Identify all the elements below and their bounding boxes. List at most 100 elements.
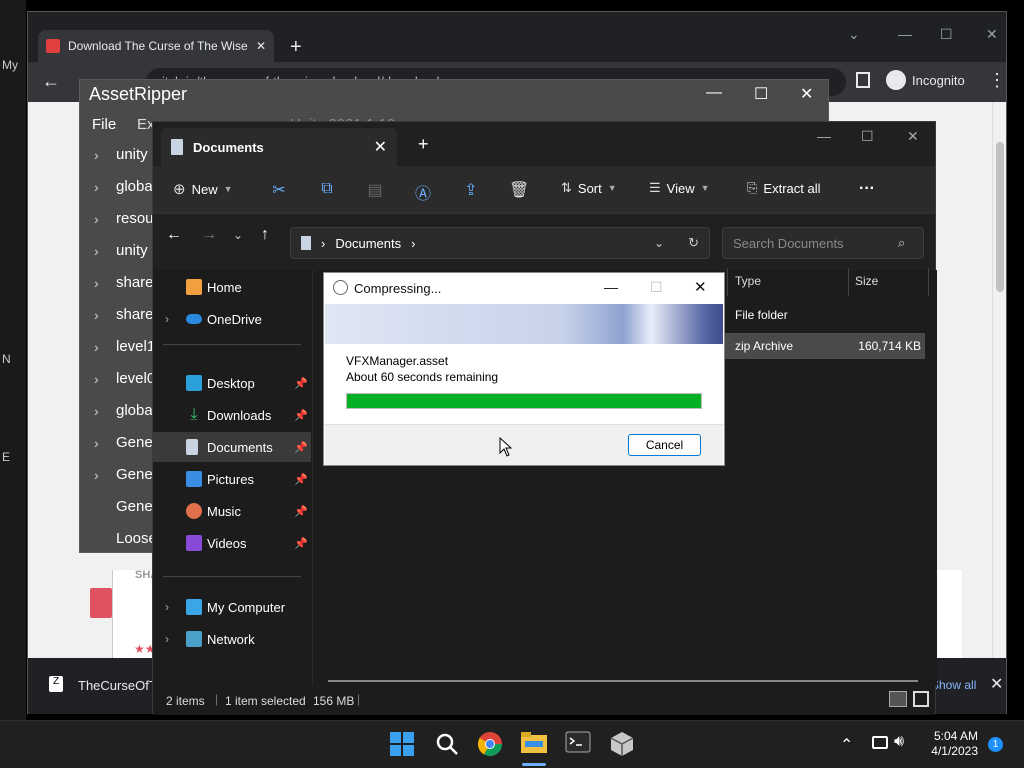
tab-search-icon[interactable]: ⌄ xyxy=(848,26,860,43)
nav-item-home[interactable]: Home xyxy=(153,272,311,302)
address-bar[interactable]: › Documents › ⌄ ↻ xyxy=(290,227,710,259)
nav-item-pictures[interactable]: Pictures 📌 xyxy=(153,464,311,494)
breadcrumb[interactable]: Documents xyxy=(335,236,401,251)
assetripper-maximize-button[interactable]: ☐ xyxy=(754,84,768,104)
nav-item-music[interactable]: Music 📌 xyxy=(153,496,311,526)
recent-locations-icon[interactable]: ⌄ xyxy=(233,228,243,242)
dialog-minimize-button[interactable]: — xyxy=(604,279,618,295)
nav-item-network[interactable]: › Network xyxy=(153,624,311,654)
new-button[interactable]: ⊕ New ▼ xyxy=(173,180,233,198)
explorer-tab[interactable]: Documents ✕ xyxy=(161,128,397,166)
show-all-button[interactable]: Show all xyxy=(931,678,976,692)
chrome-maximize-button[interactable]: ☐ xyxy=(940,26,953,43)
tree-row[interactable]: › Gener xyxy=(94,466,158,483)
sidepanel-icon[interactable] xyxy=(856,72,870,88)
show-hidden-icons-icon[interactable]: ⌃ xyxy=(840,735,853,755)
sort-button[interactable]: ⇅ Sort ▼ xyxy=(561,180,617,196)
nav-item-documents[interactable]: Documents 📌 xyxy=(153,432,311,462)
start-button[interactable] xyxy=(389,731,419,759)
pin-icon[interactable]: 📌 xyxy=(294,409,308,422)
pin-icon[interactable]: 📌 xyxy=(294,505,308,518)
tree-row[interactable]: › unity xyxy=(94,242,148,259)
dialog-close-button[interactable]: ✕ xyxy=(694,278,707,296)
file-row[interactable]: zip Archive 160,714 KB xyxy=(725,333,925,359)
assetripper-close-button[interactable]: ✕ xyxy=(800,84,813,104)
terminal-taskbar-button[interactable] xyxy=(565,731,595,759)
tree-row[interactable]: Gener xyxy=(94,498,158,515)
details-view-icon[interactable] xyxy=(889,691,907,707)
menu-file[interactable]: File xyxy=(92,116,116,133)
column-header-size[interactable]: Size xyxy=(855,274,878,288)
chrome-close-button[interactable]: ✕ xyxy=(986,26,998,43)
rename-icon[interactable]: Ⓐ xyxy=(413,180,433,203)
scroll-thumb[interactable] xyxy=(996,142,1004,292)
pin-icon[interactable]: 📌 xyxy=(294,441,308,454)
more-options-icon[interactable]: ··· xyxy=(859,180,875,198)
assetripper-taskbar-button[interactable] xyxy=(610,731,640,759)
file-explorer-taskbar-button[interactable] xyxy=(520,731,550,759)
pin-icon[interactable]: 📌 xyxy=(294,377,308,390)
chrome-taskbar-button[interactable] xyxy=(477,731,507,759)
nav-item-videos[interactable]: Videos 📌 xyxy=(153,528,311,558)
tree-row[interactable]: › level1 xyxy=(94,338,155,355)
assetripper-minimize-button[interactable]: — xyxy=(706,84,722,102)
nav-item-desktop[interactable]: Desktop 📌 xyxy=(153,368,311,398)
tree-row[interactable]: › globa xyxy=(94,178,153,195)
pin-icon[interactable]: 📌 xyxy=(294,473,308,486)
nav-item-my-computer[interactable]: › My Computer xyxy=(153,592,311,622)
tree-row[interactable]: › Gener xyxy=(94,434,158,451)
paste-icon[interactable]: ▤ xyxy=(365,180,385,200)
new-tab-button[interactable]: + xyxy=(418,134,429,155)
explorer-close-button[interactable]: ✕ xyxy=(907,128,919,145)
explorer-maximize-button[interactable]: ☐ xyxy=(861,128,874,145)
address-dropdown-icon[interactable]: ⌄ xyxy=(654,236,664,250)
tiles-view-icon[interactable] xyxy=(913,691,929,707)
download-item-name[interactable]: TheCurseOfT xyxy=(78,678,157,693)
tree-row[interactable]: › unity xyxy=(94,146,148,163)
volume-icon[interactable]: 🔊︎ xyxy=(894,733,904,751)
network-status-icon[interactable] xyxy=(872,736,888,749)
back-arrow-icon[interactable]: ← xyxy=(166,226,182,244)
nav-item-downloads[interactable]: ⤓ Downloads 📌 xyxy=(153,400,311,430)
incognito-indicator[interactable]: Incognito xyxy=(886,70,965,90)
horizontal-scrollbar[interactable] xyxy=(328,680,918,682)
tree-row[interactable]: › share xyxy=(94,306,154,323)
extract-all-button[interactable]: ⎘ Extract all xyxy=(747,180,820,196)
nav-item-onedrive[interactable]: › OneDrive xyxy=(153,304,311,334)
clock[interactable]: 5:04 AM 4/1/2023 xyxy=(928,729,978,759)
close-tab-icon[interactable]: ✕ xyxy=(256,39,266,53)
file-row[interactable]: File folder xyxy=(725,302,925,328)
notification-badge[interactable]: 1 xyxy=(988,737,1003,752)
back-arrow-icon[interactable]: ← xyxy=(42,71,60,92)
forward-arrow-icon[interactable]: → xyxy=(201,226,217,244)
close-tab-icon[interactable]: ✕ xyxy=(374,137,387,157)
search-button[interactable] xyxy=(434,731,464,759)
copy-icon[interactable]: ⧉ xyxy=(317,180,337,200)
desktop-label-my[interactable]: My xyxy=(2,58,18,72)
cancel-button[interactable]: Cancel xyxy=(628,434,701,456)
tree-row[interactable]: › level0 xyxy=(94,370,155,387)
delete-icon[interactable]: 🗑 xyxy=(509,180,529,200)
chrome-minimize-button[interactable]: — xyxy=(898,26,912,42)
download-bar-close-icon[interactable]: ✕ xyxy=(990,674,1003,694)
tree-row[interactable]: Loose xyxy=(94,530,157,547)
column-header-type[interactable]: Type xyxy=(735,274,761,288)
new-tab-button[interactable]: + xyxy=(290,36,302,59)
view-button[interactable]: ☰ View ▼ xyxy=(649,180,710,196)
dialog-maximize-button[interactable]: ☐ xyxy=(650,279,663,296)
tree-row[interactable]: › resou xyxy=(94,210,154,227)
chrome-menu-icon[interactable]: ⋮ xyxy=(988,70,1006,91)
pin-icon[interactable]: 📌 xyxy=(294,537,308,550)
explorer-minimize-button[interactable]: — xyxy=(817,128,831,144)
cut-icon[interactable]: ✂ xyxy=(269,180,289,200)
desktop-label-n[interactable]: N xyxy=(2,352,11,366)
up-arrow-icon[interactable]: ↑ xyxy=(261,226,269,244)
search-input[interactable]: Search Documents xyxy=(722,227,924,259)
refresh-icon[interactable]: ↻ xyxy=(688,235,699,251)
tree-row[interactable]: › globa xyxy=(94,402,153,419)
chrome-scrollbar[interactable] xyxy=(992,102,1006,658)
desktop-label-e[interactable]: E xyxy=(2,450,10,464)
tree-row[interactable]: › share xyxy=(94,274,154,291)
web-download-button[interactable] xyxy=(90,588,112,618)
share-icon[interactable]: ⇪ xyxy=(461,180,481,200)
